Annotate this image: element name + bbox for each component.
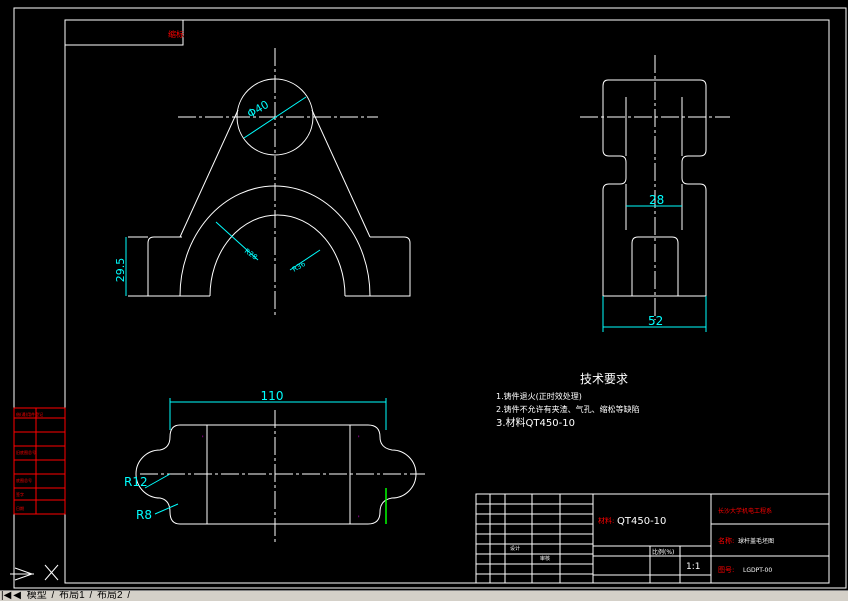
strip-label-1: 借(通)用件登记: [16, 411, 43, 417]
left-registration-strip: [13, 407, 66, 515]
right-base-outline: [370, 236, 411, 297]
tech-req-line-1: 1.铸件退火(正时效处理): [496, 391, 582, 401]
magenta-mark-2: ': [358, 435, 360, 442]
sheet-outer-border: [13, 7, 847, 589]
drawing-no-label: 图号:: [718, 566, 734, 574]
dim-r8-text: R8: [136, 508, 152, 522]
checker-label: 审核: [540, 555, 550, 562]
inner-arch-arc: [209, 214, 346, 297]
drawing-no-value: LGDPT-00: [743, 567, 772, 574]
magenta-mark-3: ': [358, 515, 360, 522]
material-value: QT450-10: [617, 516, 666, 527]
dim-height-text: 29.5: [114, 258, 127, 283]
school-name: 长沙大学机电工程系: [718, 507, 772, 515]
strip-label-2: 旧底图总号: [16, 449, 36, 455]
tech-req-line-2: 2.铸件不允许有夹渣、气孔、缩松等缺陷: [496, 404, 640, 414]
tech-req-line-3: 3.材料QT450-10: [496, 416, 575, 429]
part-name-label: 名称:: [718, 536, 734, 545]
tag-text: 缩标: [168, 29, 184, 39]
ucs-icon[interactable]: [10, 564, 59, 581]
dim-28-text: 28: [649, 193, 664, 207]
side-view: [580, 55, 730, 320]
strip-label-5: 日期: [16, 505, 24, 511]
right-tangent-line: [311, 109, 371, 238]
front-view: [128, 48, 411, 315]
scale-label: 比例(%): [652, 548, 674, 556]
left-base-outline: [147, 236, 182, 297]
dim-outer-radius-text: R36: [291, 260, 307, 274]
sheet-inner-border: [64, 19, 830, 584]
dim-52-text: 52: [648, 314, 663, 328]
designer-label: 设计: [510, 545, 520, 552]
scale-value: 1:1: [686, 562, 700, 572]
top-left-tag-box: 缩标: [64, 19, 184, 46]
dim-110-text: 110: [261, 389, 284, 403]
strip-label-4: 签字: [16, 491, 24, 497]
dim-inner-radius-text: R28: [243, 247, 259, 261]
strip-label-3: 底图总号: [16, 477, 32, 483]
left-tangent-line: [179, 109, 239, 238]
magenta-mark-1: ': [202, 435, 204, 442]
dim-r12-text: R12: [124, 475, 148, 489]
title-block: [475, 493, 830, 584]
part-name-value: 球杆盖毛坯图: [738, 537, 774, 545]
top-view: [135, 410, 425, 545]
layout-tab-bar: |◀ ◀ 模型 / 布局1 / 布局2 /: [0, 590, 848, 601]
tech-req-heading: 技术要求: [580, 372, 628, 386]
material-label: 材料:: [598, 516, 614, 525]
cad-drawing-canvas[interactable]: 缩标 Φ40 29.5 R28 R36 28 52 技术要求 1.铸件退火(正时…: [0, 0, 848, 590]
